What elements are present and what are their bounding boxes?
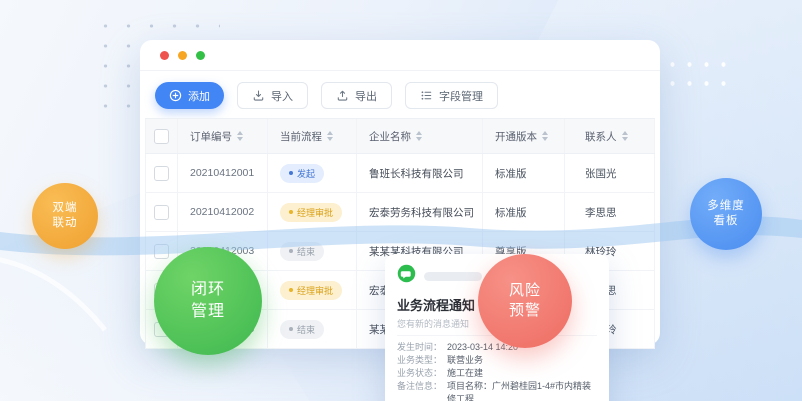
status-dot xyxy=(289,249,293,253)
sort-icon[interactable] xyxy=(416,131,422,141)
flow-cell: 经理审批 xyxy=(268,193,357,231)
select-all-cell xyxy=(145,119,178,153)
export-button-label: 导出 xyxy=(355,88,377,104)
contact-cell: 张国光 xyxy=(565,154,655,192)
order-id-cell: 20210412001 xyxy=(178,154,268,192)
header-label: 订单编号 xyxy=(190,129,232,144)
flow-label: 结束 xyxy=(297,245,315,258)
table-row[interactable]: 20210412002 经理审批 宏泰劳务科技有限公司 标准版 李思思 xyxy=(145,193,655,232)
flow-cell: 结束 xyxy=(268,310,357,348)
field-label: 备注信息： xyxy=(397,380,447,401)
table-header-row: 订单编号 当前流程 企业名称 开通版本 联系人 xyxy=(145,118,655,154)
placeholder-bar xyxy=(424,272,482,281)
window-minimize-button[interactable] xyxy=(178,51,187,60)
window-zoom-button[interactable] xyxy=(196,51,205,60)
flow-label: 发起 xyxy=(297,167,315,180)
add-button-label: 添加 xyxy=(188,88,210,104)
flow-label: 经理审批 xyxy=(297,206,333,219)
version-cell: 标准版 xyxy=(483,193,565,231)
flow-status-badge: 发起 xyxy=(280,164,324,183)
wechat-chat-icon xyxy=(397,264,416,288)
field-value: 项目名称：广州碧桂园1-4#市内精装修工程 xyxy=(447,380,597,401)
window-titlebar xyxy=(140,40,660,71)
import-button[interactable]: 导入 xyxy=(237,82,308,109)
feature-badge-dual-link: 双端 联动 xyxy=(32,183,98,249)
contact-cell: 李思思 xyxy=(565,193,655,231)
select-all-checkbox[interactable] xyxy=(154,129,169,144)
header-company[interactable]: 企业名称 xyxy=(357,119,483,153)
notification-field: 业务类型： 联营业务 xyxy=(397,354,597,367)
header-label: 当前流程 xyxy=(280,129,322,144)
export-button[interactable]: 导出 xyxy=(321,82,392,109)
field-value: 联营业务 xyxy=(447,354,597,367)
status-dot xyxy=(289,171,293,175)
header-label: 开通版本 xyxy=(495,129,537,144)
toolbar: 添加 导入 导出 字段管理 xyxy=(140,71,660,109)
row-checkbox[interactable] xyxy=(154,205,169,220)
row-select-cell xyxy=(145,193,178,231)
export-icon xyxy=(336,89,349,102)
import-button-label: 导入 xyxy=(271,88,293,104)
field-label: 发生时间： xyxy=(397,341,447,354)
sort-icon[interactable] xyxy=(542,131,548,141)
flow-label: 经理审批 xyxy=(297,284,333,297)
header-contact[interactable]: 联系人 xyxy=(565,119,655,153)
header-order-id[interactable]: 订单编号 xyxy=(178,119,268,153)
field-management-button-label: 字段管理 xyxy=(439,88,483,104)
flow-cell: 经理审批 xyxy=(268,271,357,309)
import-icon xyxy=(252,89,265,102)
field-label: 业务状态： xyxy=(397,367,447,380)
company-cell: 宏泰劳务科技有限公司 xyxy=(357,193,483,231)
sort-icon[interactable] xyxy=(237,131,243,141)
sort-icon[interactable] xyxy=(622,131,628,141)
field-management-button[interactable]: 字段管理 xyxy=(405,82,498,109)
order-id-cell: 20210412002 xyxy=(178,193,268,231)
notification-field: 发生时间： 2023-03-14 14:20 xyxy=(397,341,597,354)
version-cell: 标准版 xyxy=(483,154,565,192)
flow-label: 结束 xyxy=(297,323,315,336)
field-value: 施工在建 xyxy=(447,367,597,380)
company-cell: 鲁班长科技有限公司 xyxy=(357,154,483,192)
notification-field: 备注信息： 项目名称：广州碧桂园1-4#市内精装修工程 xyxy=(397,380,597,401)
row-select-cell xyxy=(145,154,178,192)
header-current-flow[interactable]: 当前流程 xyxy=(268,119,357,153)
flow-cell: 发起 xyxy=(268,154,357,192)
flow-status-badge: 经理审批 xyxy=(280,203,342,222)
status-dot xyxy=(289,210,293,214)
feature-badge-closed-loop: 闭环 管理 xyxy=(154,247,262,355)
flow-status-badge: 结束 xyxy=(280,320,324,339)
header-version[interactable]: 开通版本 xyxy=(483,119,565,153)
row-checkbox[interactable] xyxy=(154,166,169,181)
status-dot xyxy=(289,288,293,292)
header-label: 企业名称 xyxy=(369,129,411,144)
add-button[interactable]: 添加 xyxy=(155,82,224,109)
flow-status-badge: 结束 xyxy=(280,242,324,261)
table-row[interactable]: 20210412001 发起 鲁班长科技有限公司 标准版 张国光 xyxy=(145,154,655,193)
field-label: 业务类型： xyxy=(397,354,447,367)
status-dot xyxy=(289,327,293,331)
header-label: 联系人 xyxy=(585,129,617,144)
notification-fields: 发生时间： 2023-03-14 14:20 业务类型： 联营业务 业务状态： … xyxy=(397,341,597,401)
row-checkbox[interactable] xyxy=(154,244,169,259)
dot-grid-decoration xyxy=(664,55,732,93)
flow-cell: 结束 xyxy=(268,232,357,270)
field-list-icon xyxy=(420,89,433,102)
sort-icon[interactable] xyxy=(327,131,333,141)
notification-field: 业务状态： 施工在建 xyxy=(397,367,597,380)
marketing-screenshot: 添加 导入 导出 字段管理 xyxy=(0,0,802,401)
window-close-button[interactable] xyxy=(160,51,169,60)
feature-badge-multi-dashboard: 多维度 看板 xyxy=(690,178,762,250)
flow-status-badge: 经理审批 xyxy=(280,281,342,300)
plus-circle-icon xyxy=(169,89,182,102)
feature-badge-risk-warning: 风险 预警 xyxy=(478,254,572,348)
